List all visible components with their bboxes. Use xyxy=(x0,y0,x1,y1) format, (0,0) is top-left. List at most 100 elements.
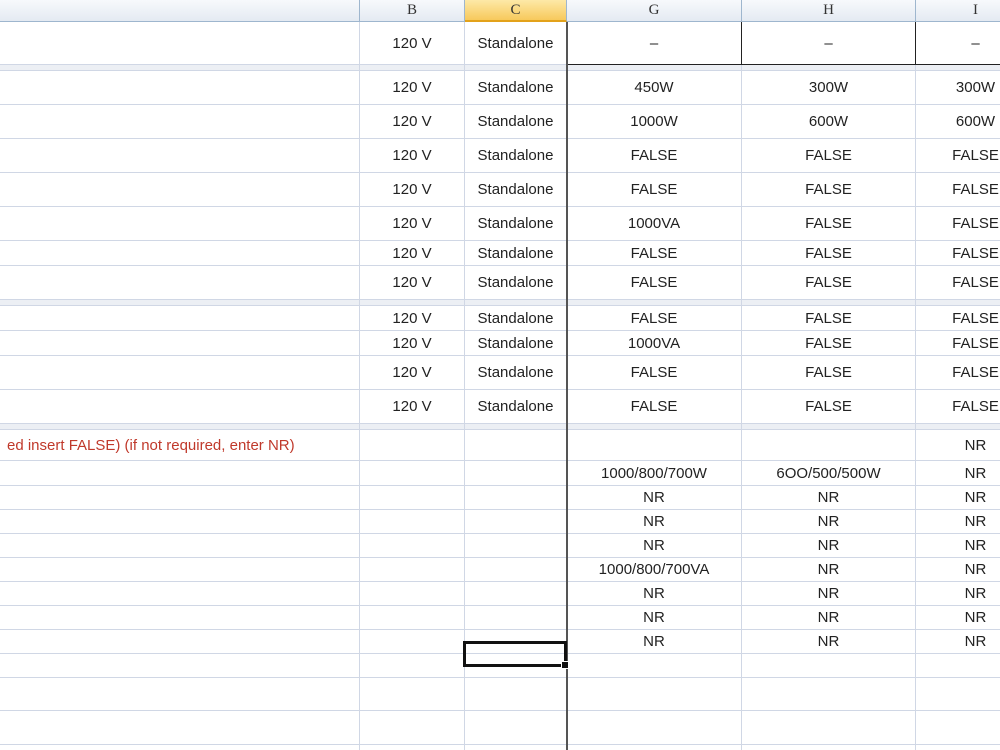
cell-g-row-5[interactable]: FALSE xyxy=(567,139,742,173)
cell-a-row-19[interactable] xyxy=(0,510,360,534)
cell-h-row-17[interactable]: 6OO/500/500W xyxy=(742,461,916,486)
cell-b-row-3[interactable]: 120 V xyxy=(360,71,465,105)
cell-b-row-27[interactable] xyxy=(360,711,465,745)
cell-h-row-19[interactable]: NR xyxy=(742,510,916,534)
cell-b-row-21[interactable] xyxy=(360,558,465,582)
cell-g-row-4[interactable]: 1000W xyxy=(567,105,742,139)
cell-h-row-12[interactable]: FALSE xyxy=(742,331,916,356)
cell-b-row-25[interactable] xyxy=(360,654,465,678)
cell-i-row-8[interactable]: FALSE xyxy=(916,241,1000,266)
cell-b-row-1[interactable]: 120 V xyxy=(360,22,465,65)
cell-c-row-13[interactable]: Standalone xyxy=(465,356,567,390)
cell-b-row-5[interactable]: 120 V xyxy=(360,139,465,173)
cell-a-row-25[interactable] xyxy=(0,654,360,678)
cell-c-row-3[interactable]: Standalone xyxy=(465,71,567,105)
cell-a-row-8[interactable] xyxy=(0,241,360,266)
cell-g-row-6[interactable]: FALSE xyxy=(567,173,742,207)
cell-h-row-7[interactable]: FALSE xyxy=(742,207,916,241)
cell-i-row-24[interactable]: NR xyxy=(916,630,1000,654)
cell-c-row-6[interactable]: Standalone xyxy=(465,173,567,207)
cell-i-row-17[interactable]: NR xyxy=(916,461,1000,486)
cell-a-row-20[interactable] xyxy=(0,534,360,558)
cell-g-row-23[interactable]: NR xyxy=(567,606,742,630)
cell-g-row-14[interactable]: FALSE xyxy=(567,390,742,424)
cell-h-row-9[interactable]: FALSE xyxy=(742,266,916,300)
cell-g-row-16[interactable] xyxy=(567,430,742,461)
cell-h-row-8[interactable]: FALSE xyxy=(742,241,916,266)
cell-g-row-1[interactable]: – xyxy=(567,22,742,65)
cell-g-row-20[interactable]: NR xyxy=(567,534,742,558)
cell-h-row-6[interactable]: FALSE xyxy=(742,173,916,207)
cell-c-row-14[interactable]: Standalone xyxy=(465,390,567,424)
fill-handle[interactable] xyxy=(561,661,569,669)
cell-c-row-26[interactable] xyxy=(465,678,567,711)
cell-h-row-26[interactable] xyxy=(742,678,916,711)
cell-c-row-16[interactable] xyxy=(465,430,567,461)
cell-b-row-23[interactable] xyxy=(360,606,465,630)
cell-i-row-11[interactable]: FALSE xyxy=(916,306,1000,331)
cell-i-row-3[interactable]: 300W xyxy=(916,71,1000,105)
cell-i-row-23[interactable]: NR xyxy=(916,606,1000,630)
cell-g-row-28[interactable] xyxy=(567,745,742,750)
cell-h-row-16[interactable] xyxy=(742,430,916,461)
cell-b-row-28[interactable] xyxy=(360,745,465,750)
cell-i-row-22[interactable]: NR xyxy=(916,582,1000,606)
cell-h-row-25[interactable] xyxy=(742,654,916,678)
cell-i-row-19[interactable]: NR xyxy=(916,510,1000,534)
cell-g-row-25[interactable] xyxy=(567,654,742,678)
cell-a-row-6[interactable] xyxy=(0,173,360,207)
cell-c-row-20[interactable] xyxy=(465,534,567,558)
cell-b-row-11[interactable]: 120 V xyxy=(360,306,465,331)
cell-c-row-7[interactable]: Standalone xyxy=(465,207,567,241)
column-header-b[interactable]: B xyxy=(360,0,465,22)
cell-h-row-3[interactable]: 300W xyxy=(742,71,916,105)
cell-c-row-12[interactable]: Standalone xyxy=(465,331,567,356)
cell-c-row-22[interactable] xyxy=(465,582,567,606)
cell-a-row-26[interactable] xyxy=(0,678,360,711)
cell-h-row-22[interactable]: NR xyxy=(742,582,916,606)
cell-b-row-6[interactable]: 120 V xyxy=(360,173,465,207)
cell-g-row-8[interactable]: FALSE xyxy=(567,241,742,266)
cell-c-row-4[interactable]: Standalone xyxy=(465,105,567,139)
cell-g-row-18[interactable]: NR xyxy=(567,486,742,510)
cell-c-row-1[interactable]: Standalone xyxy=(465,22,567,65)
cell-a-row-28[interactable] xyxy=(0,745,360,750)
cell-b-row-13[interactable]: 120 V xyxy=(360,356,465,390)
cell-b-row-22[interactable] xyxy=(360,582,465,606)
cell-h-row-27[interactable] xyxy=(742,711,916,745)
cell-h-row-11[interactable]: FALSE xyxy=(742,306,916,331)
cell-h-row-13[interactable]: FALSE xyxy=(742,356,916,390)
cell-h-row-28[interactable] xyxy=(742,745,916,750)
cell-c-row-5[interactable]: Standalone xyxy=(465,139,567,173)
cell-a-row-24[interactable] xyxy=(0,630,360,654)
cell-i-row-28[interactable] xyxy=(916,745,1000,750)
cell-c-row-18[interactable] xyxy=(465,486,567,510)
column-header-c[interactable]: C xyxy=(465,0,567,22)
cell-a-row-22[interactable] xyxy=(0,582,360,606)
cell-b-row-17[interactable] xyxy=(360,461,465,486)
cell-h-row-24[interactable]: NR xyxy=(742,630,916,654)
cell-a-row-4[interactable] xyxy=(0,105,360,139)
cell-i-row-12[interactable]: FALSE xyxy=(916,331,1000,356)
cell-a-row-1[interactable] xyxy=(0,22,360,65)
cell-b-row-7[interactable]: 120 V xyxy=(360,207,465,241)
cell-g-row-3[interactable]: 450W xyxy=(567,71,742,105)
cell-b-row-12[interactable]: 120 V xyxy=(360,331,465,356)
cell-h-row-14[interactable]: FALSE xyxy=(742,390,916,424)
cell-i-row-18[interactable]: NR xyxy=(916,486,1000,510)
cell-g-row-24[interactable]: NR xyxy=(567,630,742,654)
cell-a-row-27[interactable] xyxy=(0,711,360,745)
cell-i-row-25[interactable] xyxy=(916,654,1000,678)
cell-c-row-21[interactable] xyxy=(465,558,567,582)
cell-i-row-7[interactable]: FALSE xyxy=(916,207,1000,241)
cell-g-row-19[interactable]: NR xyxy=(567,510,742,534)
cell-i-row-6[interactable]: FALSE xyxy=(916,173,1000,207)
column-header-h[interactable]: H xyxy=(742,0,916,22)
cell-a-row-7[interactable] xyxy=(0,207,360,241)
cell-i-row-5[interactable]: FALSE xyxy=(916,139,1000,173)
cell-i-row-9[interactable]: FALSE xyxy=(916,266,1000,300)
cell-a-row-21[interactable] xyxy=(0,558,360,582)
cell-a-row-12[interactable] xyxy=(0,331,360,356)
cell-c-row-28[interactable] xyxy=(465,745,567,750)
cell-i-row-1[interactable]: – xyxy=(916,22,1000,65)
